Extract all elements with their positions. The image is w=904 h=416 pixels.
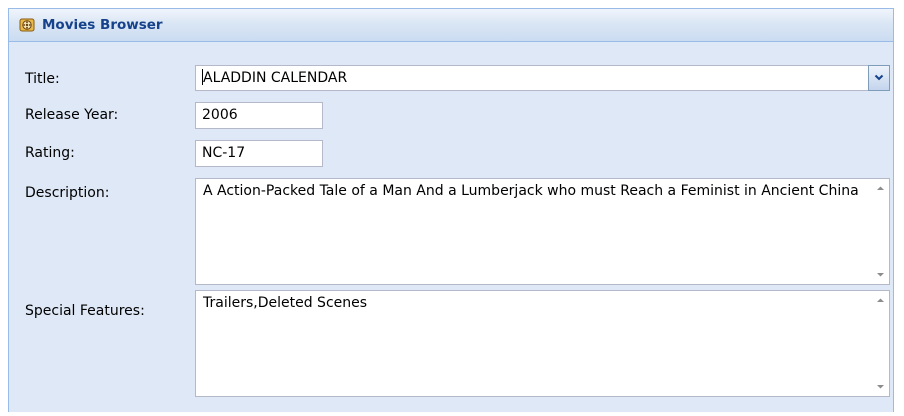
special-features-scrollbar[interactable] <box>872 291 889 396</box>
description-label: Description: <box>25 185 110 201</box>
film-reel-icon <box>19 17 35 33</box>
title-dropdown-trigger[interactable] <box>868 65 890 91</box>
scroll-up-arrow-icon[interactable] <box>874 182 887 195</box>
panel-header: Movies Browser <box>9 9 893 42</box>
scroll-down-arrow-icon[interactable] <box>874 268 887 281</box>
release-year-label: Release Year: <box>25 107 119 123</box>
panel-title: Movies Browser <box>42 17 163 33</box>
movies-browser-panel: Movies Browser Title: ALADDIN CALENDAR R… <box>8 8 894 412</box>
rating-label: Rating: <box>25 145 75 161</box>
rating-field[interactable]: NC-17 <box>195 140 323 167</box>
description-textarea[interactable]: A Action-Packed Tale of a Man And a Lumb… <box>195 178 890 285</box>
scroll-up-arrow-icon[interactable] <box>874 294 887 307</box>
special-features-text: Trailers,Deleted Scenes <box>203 295 368 311</box>
title-combobox[interactable]: ALADDIN CALENDAR <box>195 65 890 91</box>
title-combobox-value: ALADDIN CALENDAR <box>203 70 348 86</box>
description-scrollbar[interactable] <box>872 179 889 284</box>
title-label: Title: <box>25 71 60 87</box>
description-text: A Action-Packed Tale of a Man And a Lumb… <box>203 183 859 199</box>
special-features-textarea[interactable]: Trailers,Deleted Scenes <box>195 290 890 397</box>
special-features-label: Special Features: <box>25 303 145 319</box>
release-year-field[interactable]: 2006 <box>195 102 323 129</box>
scroll-down-arrow-icon[interactable] <box>874 380 887 393</box>
chevron-down-icon <box>874 74 884 81</box>
